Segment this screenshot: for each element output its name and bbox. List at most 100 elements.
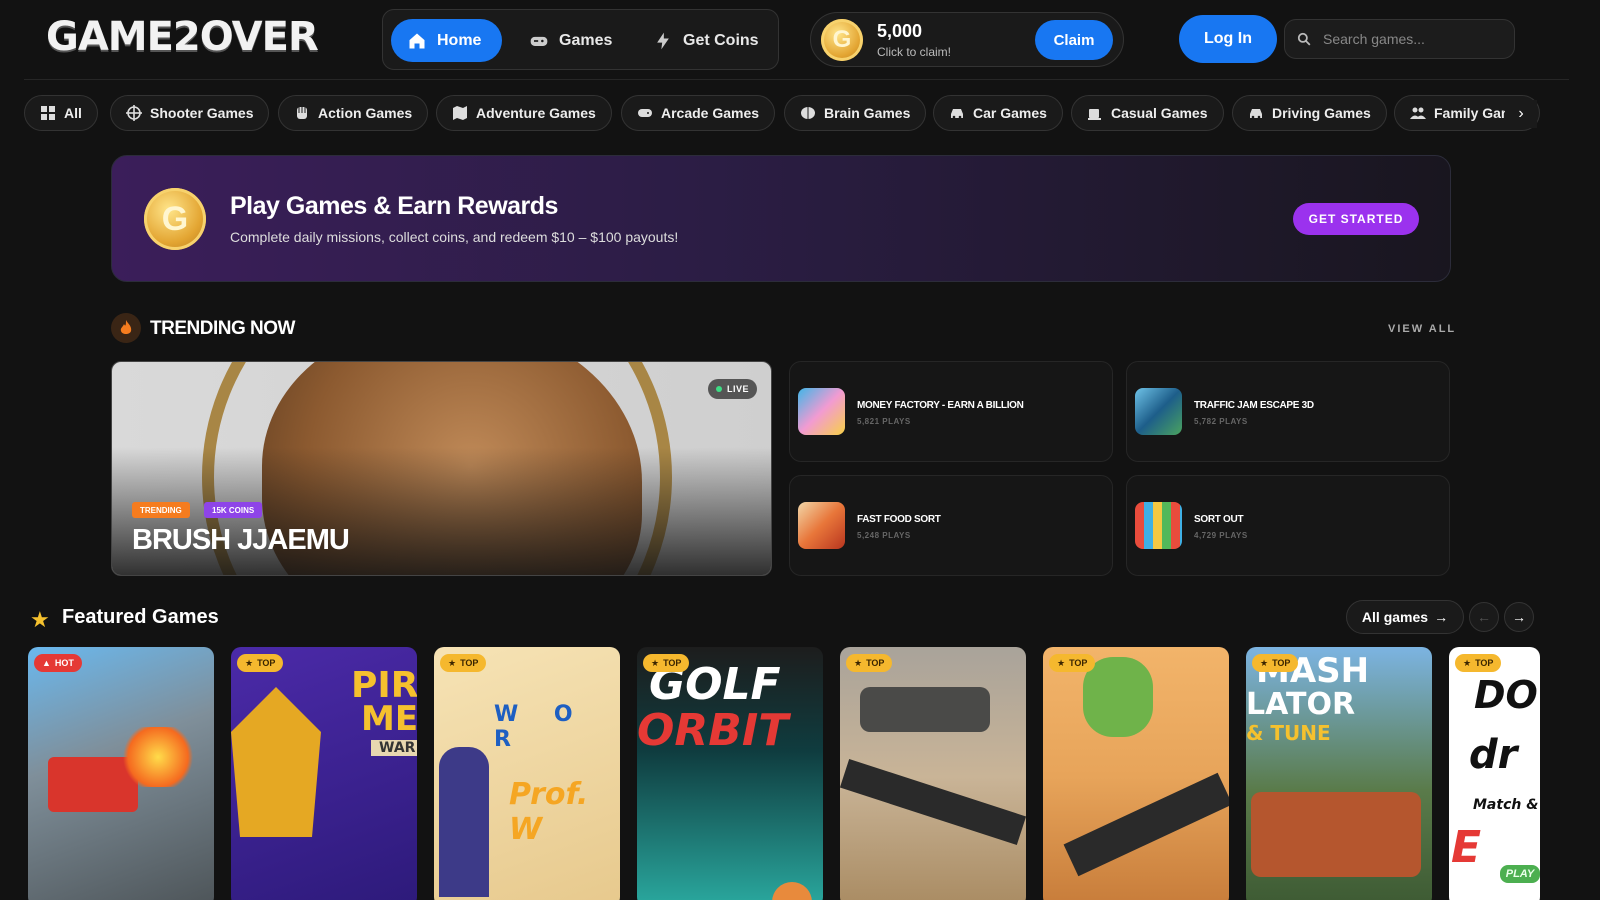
search-box[interactable] — [1284, 19, 1515, 59]
game-card[interactable]: ★ TOP — [840, 647, 1026, 900]
coins-widget[interactable]: G 5,000 Click to claim! Claim — [810, 12, 1124, 67]
category-label: Car Games — [973, 105, 1047, 121]
header: GAME2OVER Home Games Get Coins G 5,000 C… — [24, 0, 1569, 80]
fire-icon: ▲ — [42, 658, 51, 668]
banner-title: Play Games & Earn Rewards — [230, 192, 558, 220]
game-thumbnail — [1135, 388, 1182, 435]
fire-icon — [111, 313, 141, 343]
coin-icon: G — [144, 188, 206, 250]
category-label: Adventure Games — [476, 105, 596, 121]
nav-games[interactable]: Games — [513, 19, 628, 62]
coins-amount: 5,000 — [877, 21, 923, 41]
game-card[interactable]: W O R Prof. W ★ TOP — [434, 647, 620, 900]
top-badge: ★ TOP — [1049, 654, 1096, 672]
arrow-left-icon: ← — [1477, 609, 1491, 625]
get-started-button[interactable]: GET STARTED — [1293, 203, 1419, 235]
category-shooter[interactable]: Shooter Games — [110, 95, 270, 131]
category-brain[interactable]: Brain Games — [784, 95, 927, 131]
category-label: Family Gam — [1434, 105, 1514, 121]
arrow-right-icon: → — [1512, 609, 1526, 625]
login-button[interactable]: Log In — [1179, 15, 1277, 63]
gamepad-icon — [638, 109, 652, 117]
rewards-banner: G Play Games & Earn Rewards Complete dai… — [111, 155, 1451, 282]
fist-icon — [297, 107, 307, 119]
trophy-icon: ★ — [1463, 657, 1472, 668]
gamepad-icon — [530, 36, 548, 46]
category-adventure[interactable]: Adventure Games — [436, 95, 612, 131]
map-icon — [453, 106, 467, 120]
crosshair-icon — [126, 105, 142, 121]
category-label: Action Games — [318, 105, 413, 121]
carousel-prev-button[interactable]: ← — [1469, 602, 1499, 632]
trending-title: TRENDING NOW — [150, 318, 295, 339]
category-arcade[interactable]: Arcade Games — [621, 95, 776, 131]
trending-card[interactable]: TRAFFIC JAM ESCAPE 3D 5,782 PLAYS — [1126, 361, 1450, 462]
trending-card[interactable]: FAST FOOD SORT 5,248 PLAYS — [789, 475, 1113, 576]
game-thumbnail — [798, 502, 845, 549]
featured-title: Featured Games — [62, 606, 219, 628]
trophy-icon: ★ — [854, 657, 863, 668]
top-badge: ★ TOP — [643, 654, 690, 672]
view-all-link[interactable]: VIEW ALL — [1388, 323, 1456, 335]
hot-badge: ▲ HOT — [34, 654, 82, 672]
hero-title: BRUSH JJAEMU — [132, 524, 350, 556]
game-name: SORT OUT — [1194, 514, 1244, 525]
category-action[interactable]: Action Games — [278, 95, 429, 131]
claim-button[interactable]: Claim — [1035, 20, 1113, 60]
trophy-icon: ★ — [448, 657, 457, 668]
trending-tag: TRENDING — [132, 502, 190, 518]
game-plays: 5,782 PLAYS — [1194, 417, 1248, 426]
car-icon — [1250, 109, 1262, 119]
game-card[interactable]: ▲ HOT — [28, 647, 214, 900]
brain-icon — [801, 107, 815, 119]
category-car[interactable]: Car Games — [933, 95, 1063, 131]
search-input[interactable] — [1323, 31, 1493, 47]
game-thumbnail — [798, 388, 845, 435]
category-label: Casual Games — [1111, 105, 1208, 121]
trending-hero-card[interactable]: LIVE TRENDING 15K COINS BRUSH JJAEMU — [111, 361, 772, 576]
all-games-button[interactable]: All games → — [1346, 600, 1464, 634]
grid-icon — [41, 106, 55, 120]
trending-card[interactable]: MONEY FACTORY - EARN A BILLION 5,821 PLA… — [789, 361, 1113, 462]
logo[interactable]: GAME2OVER — [46, 14, 319, 60]
game-name: FAST FOOD SORT — [857, 514, 941, 525]
nav-home[interactable]: Home — [391, 19, 502, 62]
trending-card[interactable]: SORT OUT 4,729 PLAYS — [1126, 475, 1450, 576]
game-plays: 5,248 PLAYS — [857, 531, 911, 540]
chevron-right-icon: › — [1518, 105, 1524, 122]
category-label: Shooter Games — [150, 105, 254, 121]
nav-games-label: Games — [559, 31, 613, 49]
users-icon — [1410, 107, 1426, 119]
game-card[interactable]: DO dr Match & E ★ TOP — [1449, 647, 1540, 900]
nav-get-coins[interactable]: Get Coins — [637, 19, 775, 62]
trophy-icon: ★ — [245, 657, 254, 668]
nav-get-coins-label: Get Coins — [683, 31, 759, 49]
arrow-right-icon: → — [1434, 609, 1449, 625]
category-label: Brain Games — [824, 105, 911, 121]
category-casual[interactable]: Casual Games — [1071, 95, 1224, 131]
trophy-icon: ★ — [1260, 657, 1269, 668]
game-card[interactable]: GOLF ORBIT ★ TOP — [637, 647, 823, 900]
live-badge: LIVE — [708, 379, 758, 399]
game-card[interactable]: PIRA MER WAR ★TOP — [231, 647, 417, 900]
top-badge: ★ TOP — [1252, 654, 1299, 672]
play-badge: PLAY — [1500, 865, 1540, 883]
coins-subtitle: Click to claim! — [877, 45, 952, 59]
game-card[interactable]: ★ TOP — [1043, 647, 1229, 900]
star-icon: ★ — [30, 607, 50, 632]
carousel-next-button[interactable]: → — [1504, 602, 1534, 632]
category-all[interactable]: All — [24, 95, 98, 131]
banner-subtitle: Complete daily missions, collect coins, … — [230, 229, 679, 245]
category-bar: All Shooter Games Action Games Adventure… — [24, 95, 1540, 131]
category-driving[interactable]: Driving Games — [1232, 95, 1387, 131]
game-card[interactable]: MASH LATOR & TUNE ★ TOP — [1246, 647, 1432, 900]
game-plays: 5,821 PLAYS — [857, 417, 911, 426]
top-badge: ★ TOP — [1455, 654, 1502, 672]
game-thumbnail — [1135, 502, 1182, 549]
search-icon — [1297, 32, 1311, 46]
category-label: Arcade Games — [661, 105, 760, 121]
nav-home-label: Home — [437, 31, 482, 49]
category-scroll-right-button[interactable]: › — [1505, 100, 1537, 128]
main-nav: Home Games Get Coins — [382, 9, 779, 70]
trophy-icon: ★ — [651, 657, 660, 668]
